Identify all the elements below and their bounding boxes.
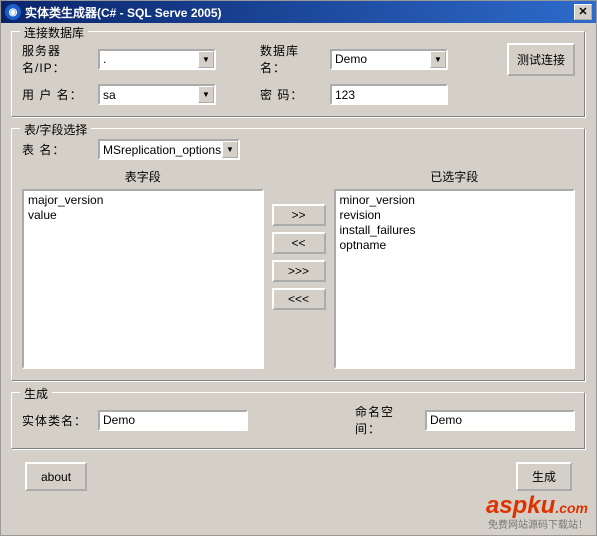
ns-label: 命名空间：: [355, 403, 417, 437]
server-value: .: [103, 52, 106, 66]
close-button[interactable]: ✕: [574, 4, 592, 20]
generate-button[interactable]: 生成: [516, 462, 572, 491]
user-combo[interactable]: sa ▼: [98, 84, 216, 105]
dbname-value: Demo: [335, 52, 367, 66]
chevron-down-icon: ▼: [430, 51, 446, 68]
selected-listbox[interactable]: minor_version revision install_failures …: [334, 189, 576, 369]
chevron-down-icon: ▼: [222, 141, 238, 158]
chevron-down-icon: ▼: [198, 86, 214, 103]
user-label: 用 户 名：: [22, 86, 90, 103]
about-button[interactable]: about: [25, 462, 87, 491]
ns-input[interactable]: [425, 410, 575, 431]
db-legend: 连接数据库: [20, 24, 88, 41]
server-combo[interactable]: . ▼: [98, 49, 216, 70]
list-item[interactable]: install_failures: [340, 223, 570, 238]
server-label: 服务器名/IP：: [22, 42, 90, 76]
content-area: 连接数据库 服务器名/IP： . ▼ 数据库名： Demo ▼ 测试连接 用 户…: [1, 23, 596, 535]
select-legend: 表/字段选择: [20, 121, 91, 138]
gen-fieldset: 生成 实体类名： 命名空间：: [11, 392, 586, 450]
user-value: sa: [103, 88, 116, 102]
move-right-all-button[interactable]: >>>: [272, 260, 326, 282]
app-icon: ◉: [5, 4, 21, 20]
titlebar: ◉ 实体类生成器(C# - SQL Serve 2005) ✕: [1, 1, 596, 23]
select-fieldset: 表/字段选择 表 名： MSreplication_options ▼ 表字段 …: [11, 128, 586, 382]
pwd-label: 密 码：: [260, 86, 322, 103]
chevron-down-icon: ▼: [198, 51, 214, 68]
pwd-input[interactable]: [330, 84, 448, 105]
list-item[interactable]: revision: [340, 208, 570, 223]
entity-label: 实体类名：: [22, 412, 90, 429]
available-listbox[interactable]: major_version value: [22, 189, 264, 369]
move-right-button[interactable]: >>: [272, 204, 326, 226]
table-combo[interactable]: MSreplication_options ▼: [98, 139, 240, 160]
list-item[interactable]: optname: [340, 238, 570, 253]
table-label: 表 名：: [22, 141, 90, 158]
dbname-combo[interactable]: Demo ▼: [330, 49, 448, 70]
available-label: 表字段: [22, 168, 264, 185]
db-fieldset: 连接数据库 服务器名/IP： . ▼ 数据库名： Demo ▼ 测试连接 用 户…: [11, 31, 586, 118]
move-left-button[interactable]: <<: [272, 232, 326, 254]
table-value: MSreplication_options: [103, 143, 221, 157]
watermark: aspku.com 免费网站源码下载站！: [486, 492, 588, 531]
app-window: ◉ 实体类生成器(C# - SQL Serve 2005) ✕ 连接数据库 服务…: [0, 0, 597, 536]
entity-input[interactable]: [98, 410, 248, 431]
list-item[interactable]: major_version: [28, 193, 258, 208]
gen-legend: 生成: [20, 385, 52, 402]
list-item[interactable]: value: [28, 208, 258, 223]
move-left-all-button[interactable]: <<<: [272, 288, 326, 310]
app-title: 实体类生成器(C# - SQL Serve 2005): [25, 4, 574, 21]
selected-label: 已选字段: [334, 168, 576, 185]
test-connect-button[interactable]: 测试连接: [507, 43, 575, 76]
move-button-group: >> << >>> <<<: [272, 204, 326, 310]
dbname-label: 数据库名：: [260, 42, 322, 76]
list-item[interactable]: minor_version: [340, 193, 570, 208]
